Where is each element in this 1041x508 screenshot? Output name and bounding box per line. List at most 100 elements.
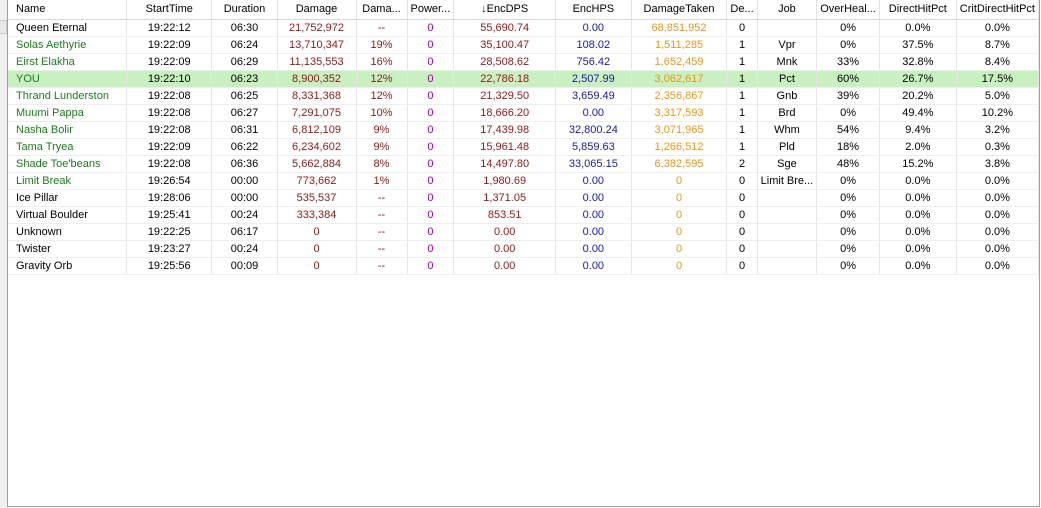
- cell-name: Eirst Elakha: [8, 53, 127, 71]
- column-header-power[interactable]: Power...: [407, 0, 455, 20]
- cell-power: 0: [407, 36, 455, 54]
- cell-damage-pct: --: [356, 19, 408, 37]
- cell-name: Queen Eternal: [8, 19, 127, 37]
- cell-starttime: 19:22:08: [126, 121, 213, 139]
- table-row[interactable]: Tama Tryea 19:22:09 06:22 6,234,602 9% 0 15,96…: [8, 138, 1040, 156]
- cell-starttime: 19:22:09: [126, 53, 213, 71]
- cell-deaths: 0: [726, 257, 758, 275]
- cell-directhitpct: 0.0%: [879, 19, 957, 37]
- header-row: Name StartTime Duration Damage Dama... P…: [8, 0, 1040, 20]
- cell-enchps: 32,800.24: [555, 121, 632, 139]
- cell-starttime: 19:22:09: [126, 138, 213, 156]
- cell-damage-pct: --: [356, 257, 408, 275]
- cell-name: YOU: [8, 70, 127, 88]
- table-row[interactable]: Virtual Boulder 19:25:41 00:24 333,384 -- 0 85…: [8, 206, 1040, 224]
- cell-directhitpct: 0.0%: [879, 189, 957, 207]
- cell-critdirecthitpct: 5.0%: [956, 87, 1040, 105]
- cell-directhitpct: 0.0%: [879, 257, 957, 275]
- cell-damage-pct: 10%: [356, 104, 408, 122]
- table-row[interactable]: Nasha Bolir 19:22:08 06:31 6,812,109 9% 0 17,4…: [8, 121, 1040, 139]
- cell-damagetaken: 1,266,512: [631, 138, 728, 156]
- cell-duration: 06:17: [211, 223, 278, 241]
- cell-damagetaken: 0: [631, 223, 728, 241]
- cell-damage-pct: 9%: [356, 138, 408, 156]
- cell-deaths: 0: [726, 223, 758, 241]
- cell-damage-pct: --: [356, 240, 408, 258]
- cell-damagetaken: 3,071,965: [631, 121, 728, 139]
- column-header-overheal[interactable]: OverHeal...: [816, 0, 880, 20]
- column-header-name[interactable]: Name: [8, 0, 127, 20]
- cell-damage-pct: --: [356, 189, 408, 207]
- cell-encdps: 1,371.05: [453, 189, 557, 207]
- column-header-enchps[interactable]: EncHPS: [555, 0, 632, 20]
- cell-enchps: 756.42: [555, 53, 632, 71]
- cell-damagetaken: 0: [631, 172, 728, 190]
- cell-deaths: 0: [726, 206, 758, 224]
- cell-name: Ice Pillar: [8, 189, 127, 207]
- cell-critdirecthitpct: 8.7%: [956, 36, 1040, 54]
- side-tab-marker[interactable]: [0, 20, 7, 34]
- cell-overheal: 0%: [816, 104, 880, 122]
- cell-directhitpct: 0.0%: [879, 240, 957, 258]
- cell-overheal: 18%: [816, 138, 880, 156]
- cell-damage-pct: 9%: [356, 121, 408, 139]
- table-row[interactable]: Eirst Elakha 19:22:09 06:29 11,135,553 16% 0 2…: [8, 53, 1040, 71]
- combatant-table: Name StartTime Duration Damage Dama... P…: [8, 0, 1040, 275]
- cell-starttime: 19:25:56: [126, 257, 213, 275]
- cell-critdirecthitpct: 0.0%: [956, 206, 1040, 224]
- table-row[interactable]: Shade Toe'beans 19:22:08 06:36 5,662,884 8% 0…: [8, 155, 1040, 173]
- cell-job: [757, 19, 818, 37]
- table-row[interactable]: Twister 19:23:27 00:24 0 -- 0 0.00 0.00 0 0 0% 0.0%…: [8, 240, 1040, 258]
- cell-power: 0: [407, 189, 455, 207]
- cell-duration: 06:36: [211, 155, 278, 173]
- column-header-starttime[interactable]: StartTime: [126, 0, 213, 20]
- cell-enchps: 0.00: [555, 257, 632, 275]
- cell-power: 0: [407, 53, 455, 71]
- column-header-damage-pct[interactable]: Dama...: [356, 0, 408, 20]
- cell-starttime: 19:22:08: [126, 104, 213, 122]
- cell-enchps: 108.02: [555, 36, 632, 54]
- table-row[interactable]: Ice Pillar 19:28:06 00:00 535,537 -- 0 1,371.0…: [8, 189, 1040, 207]
- cell-damage-pct: 12%: [356, 87, 408, 105]
- cell-starttime: 19:28:06: [126, 189, 213, 207]
- table-row[interactable]: YOU 19:22:10 06:23 8,900,352 12% 0 22,786.18 2,…: [8, 70, 1040, 88]
- table-row[interactable]: Limit Break 19:26:54 00:00 773,662 1% 0 1,980.…: [8, 172, 1040, 190]
- cell-overheal: 0%: [816, 172, 880, 190]
- cell-name: Unknown: [8, 223, 127, 241]
- cell-starttime: 19:22:08: [126, 155, 213, 173]
- cell-name: Gravity Orb: [8, 257, 127, 275]
- cell-job: Gnb: [757, 87, 818, 105]
- cell-deaths: 2: [726, 155, 758, 173]
- cell-enchps: 0.00: [555, 240, 632, 258]
- table-row[interactable]: Muumi Pappa 19:22:08 06:27 7,291,075 10% 0 18,…: [8, 104, 1040, 122]
- cell-overheal: 60%: [816, 70, 880, 88]
- encounter-table-panel: Name StartTime Duration Damage Dama... P…: [7, 0, 1040, 507]
- table-row[interactable]: Unknown 19:22:25 06:17 0 -- 0 0.00 0.00 0 0 0% 0.0%…: [8, 223, 1040, 241]
- cell-overheal: 54%: [816, 121, 880, 139]
- column-header-deaths[interactable]: De...: [726, 0, 758, 20]
- cell-overheal: 0%: [816, 206, 880, 224]
- cell-duration: 06:29: [211, 53, 278, 71]
- column-header-directhitpct[interactable]: DirectHitPct: [879, 0, 957, 20]
- cell-directhitpct: 15.2%: [879, 155, 957, 173]
- cell-starttime: 19:22:09: [126, 36, 213, 54]
- table-row[interactable]: Gravity Orb 19:25:56 00:09 0 -- 0 0.00 0.00 0 0 0%…: [8, 257, 1040, 275]
- table-row[interactable]: Thrand Lunderston 19:22:08 06:25 8,331,368 1…: [8, 87, 1040, 105]
- column-header-duration[interactable]: Duration: [211, 0, 278, 20]
- cell-encdps: 15,961.48: [453, 138, 557, 156]
- cell-deaths: 0: [726, 19, 758, 37]
- column-header-job[interactable]: Job: [757, 0, 818, 20]
- cell-job: Brd: [757, 104, 818, 122]
- column-header-damage[interactable]: Damage: [277, 0, 357, 20]
- table-row[interactable]: Solas Aethyrie 19:22:09 06:24 13,710,347 19%…: [8, 36, 1040, 54]
- cell-damagetaken: 1,652,459: [631, 53, 728, 71]
- cell-duration: 00:00: [211, 189, 278, 207]
- column-header-damagetaken[interactable]: DamageTaken: [631, 0, 728, 20]
- cell-power: 0: [407, 87, 455, 105]
- table-row[interactable]: Queen Eternal 19:22:12 06:30 21,752,972 -- 0 5…: [8, 19, 1040, 37]
- cell-enchps: 3,659.49: [555, 87, 632, 105]
- column-header-critdirecthitpct[interactable]: CritDirectHitPct: [956, 0, 1040, 20]
- column-header-encdps[interactable]: ↓EncDPS: [453, 0, 557, 20]
- cell-name: Twister: [8, 240, 127, 258]
- cell-deaths: 1: [726, 87, 758, 105]
